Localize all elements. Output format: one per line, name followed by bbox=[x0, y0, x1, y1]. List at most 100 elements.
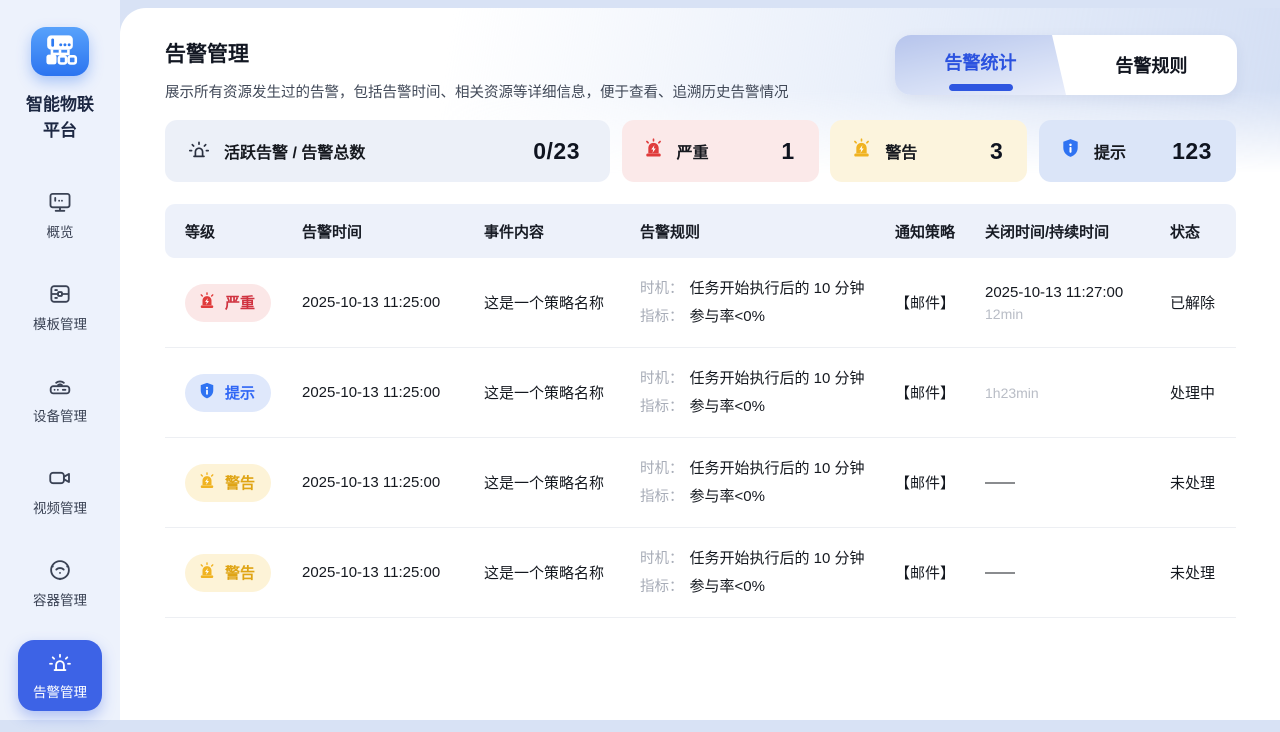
stat-warning: 警告 3 bbox=[830, 120, 1027, 182]
column-header: 通知策略 bbox=[895, 221, 985, 242]
notify-policy: 【邮件】 bbox=[895, 292, 985, 313]
sidebar-item-label: 容器管理 bbox=[33, 589, 87, 609]
shield-icon bbox=[197, 381, 217, 405]
rule-metric-value: 参与率<0% bbox=[690, 398, 765, 415]
stat-value: 1 bbox=[781, 138, 794, 165]
alarm-rule: 时机： 任务开始执行后的 10 分钟 指标： 参与率<0% bbox=[640, 545, 895, 601]
level-label: 警告 bbox=[225, 472, 255, 493]
sidebar-item-label: 概览 bbox=[47, 221, 74, 241]
tab-label: 告警规则 bbox=[1116, 52, 1188, 78]
rule-timing-value: 任务开始执行后的 10 分钟 bbox=[690, 460, 865, 477]
rule-timing-label: 时机： bbox=[640, 551, 684, 567]
alarm-rule: 时机： 任务开始执行后的 10 分钟 指标： 参与率<0% bbox=[640, 365, 895, 421]
column-header: 等级 bbox=[185, 221, 302, 242]
stat-value: 123 bbox=[1172, 138, 1212, 165]
active-tab-indicator bbox=[949, 84, 1013, 91]
event-content: 这是一个策略名称 bbox=[484, 562, 640, 583]
tab-label: 告警统计 bbox=[945, 49, 1017, 75]
column-header: 事件内容 bbox=[484, 221, 640, 242]
event-content: 这是一个策略名称 bbox=[484, 472, 640, 493]
rule-metric-value: 参与率<0% bbox=[690, 308, 765, 325]
event-content: 这是一个策略名称 bbox=[484, 292, 640, 313]
template-server-icon bbox=[47, 281, 73, 307]
sidebar-item-container[interactable]: 容器管理 bbox=[18, 548, 102, 619]
sidebar-item-alarm[interactable]: 告警管理 bbox=[18, 640, 102, 711]
alarm-rule: 时机： 任务开始执行后的 10 分钟 指标： 参与率<0% bbox=[640, 455, 895, 511]
rule-metric-value: 参与率<0% bbox=[690, 488, 765, 505]
alarm-siren-outline-icon bbox=[187, 137, 211, 166]
level-label: 提示 bbox=[225, 382, 255, 403]
video-camera-icon bbox=[47, 465, 73, 491]
stat-value: 3 bbox=[990, 138, 1003, 165]
sidebar: 智能物联 平台 概览 模板管理 设备管理 视频管理 bbox=[0, 0, 120, 720]
stat-label: 活跃告警 / 告警总数 bbox=[224, 139, 365, 163]
stat-severe: 严重 1 bbox=[622, 120, 819, 182]
siren-red-icon bbox=[642, 137, 665, 165]
close-duration: —— bbox=[985, 562, 1170, 584]
duration: 12min bbox=[985, 304, 1170, 324]
status: 未处理 bbox=[1170, 562, 1236, 583]
table-row[interactable]: 严重 2025-10-13 11:25:00 这是一个策略名称 时机：任务开始执… bbox=[165, 258, 1236, 348]
level-label: 警告 bbox=[225, 562, 255, 583]
rule-metric-label: 指标： bbox=[640, 309, 684, 325]
alarm-time: 2025-10-13 11:25:00 bbox=[302, 564, 484, 581]
rule-timing-label: 时机： bbox=[640, 461, 684, 477]
rule-metric-label: 指标： bbox=[640, 489, 684, 505]
table-row[interactable]: 警告 2025-10-13 11:25:00 这是一个策略名称 时机： 任务开始执… bbox=[165, 528, 1236, 618]
rule-timing-value: 任务开始执行后的 10 分钟 bbox=[690, 280, 865, 297]
sidebar-nav: 概览 模板管理 设备管理 视频管理 容器管理 bbox=[18, 180, 102, 732]
alarm-siren-icon bbox=[47, 649, 73, 675]
sidebar-item-label: 告警管理 bbox=[33, 681, 87, 701]
close-time: 2025-10-13 11:27:00 bbox=[985, 282, 1170, 304]
sidebar-item-template[interactable]: 模板管理 bbox=[18, 272, 102, 343]
sidebar-item-video[interactable]: 视频管理 bbox=[18, 456, 102, 527]
tab-alarm-rules[interactable]: 告警规则 bbox=[1066, 35, 1237, 95]
stat-label: 提示 bbox=[1094, 139, 1126, 163]
level-badge: 警告 bbox=[185, 554, 271, 592]
level-label: 严重 bbox=[225, 292, 255, 313]
level-badge: 提示 bbox=[185, 374, 271, 412]
sidebar-item-device[interactable]: 设备管理 bbox=[18, 364, 102, 435]
alarm-time: 2025-10-13 11:25:00 bbox=[302, 384, 484, 401]
status: 未处理 bbox=[1170, 472, 1236, 493]
table-row[interactable]: 警告 2025-10-13 11:25:00 这是一个策略名称 时机：任务开始执… bbox=[165, 438, 1236, 528]
status: 处理中 bbox=[1170, 382, 1236, 403]
close-duration: —— bbox=[985, 472, 1170, 494]
stat-active-total: 活跃告警 / 告警总数 0/23 bbox=[165, 120, 610, 182]
container-hub-icon bbox=[47, 557, 73, 583]
siren-yellow-icon bbox=[850, 137, 873, 165]
siren-icon bbox=[197, 291, 217, 315]
close-time: —— bbox=[985, 562, 1170, 584]
app-title: 智能物联 平台 bbox=[26, 92, 94, 144]
event-content: 这是一个策略名称 bbox=[484, 382, 640, 403]
stat-label: 警告 bbox=[885, 139, 917, 163]
close-duration: 1h23min bbox=[985, 383, 1170, 403]
notify-policy: 【邮件】 bbox=[895, 562, 985, 583]
level-badge: 警告 bbox=[185, 464, 271, 502]
sidebar-item-label: 设备管理 bbox=[33, 405, 87, 425]
tab-bar: 告警统计 告警规则 bbox=[895, 35, 1237, 95]
sidebar-item-overview[interactable]: 概览 bbox=[18, 180, 102, 251]
stats-row: 活跃告警 / 告警总数 0/23 严重 1 警告 3 bbox=[165, 120, 1236, 182]
rule-timing-value: 任务开始执行后的 10 分钟 bbox=[690, 370, 865, 387]
column-header: 关闭时间/持续时间 bbox=[985, 221, 1170, 242]
rule-timing-value: 任务开始执行后的 10 分钟 bbox=[690, 550, 865, 567]
shield-info-icon bbox=[1059, 137, 1082, 165]
status: 已解除 bbox=[1170, 292, 1236, 313]
table-row[interactable]: 提示 2025-10-13 11:25:00 这是一个策略名称 时机： 任务开始执… bbox=[165, 348, 1236, 438]
device-router-icon bbox=[47, 373, 73, 399]
rule-metric-label: 指标： bbox=[640, 399, 684, 415]
tab-alarm-statistics[interactable]: 告警统计 bbox=[895, 35, 1066, 95]
siren-icon bbox=[197, 561, 217, 585]
rule-metric-value: 参与率<0% bbox=[690, 578, 765, 595]
duration: 1h23min bbox=[985, 383, 1170, 403]
main-panel: 告警管理 展示所有资源发生过的告警，包括告警时间、相关资源等详细信息，便于查看、… bbox=[120, 8, 1280, 720]
rule-timing-label: 时机： bbox=[640, 281, 684, 297]
alarm-table: 等级 告警时间 事件内容 告警规则 通知策略 关闭时间/持续时间 状态 严重 2… bbox=[165, 204, 1236, 618]
rule-metric-label: 指标： bbox=[640, 579, 684, 595]
close-duration: 2025-10-13 11:27:00 12min bbox=[985, 282, 1170, 324]
column-header: 状态 bbox=[1170, 221, 1236, 242]
alarm-rule: 时机： 任务开始执行后的 10 分钟 指标： 参与率<0% bbox=[640, 275, 895, 331]
sidebar-item-label: 模板管理 bbox=[33, 313, 87, 333]
rule-timing-label: 时机： bbox=[640, 371, 684, 387]
